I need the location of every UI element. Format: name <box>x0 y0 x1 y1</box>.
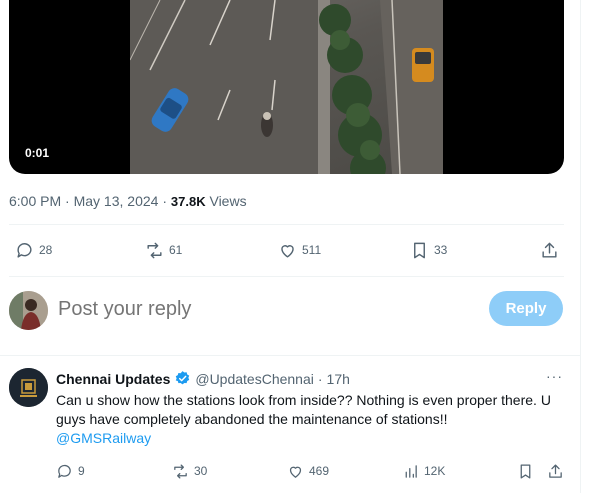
reply-submit-button[interactable]: Reply <box>489 291 563 326</box>
repost-icon <box>147 242 162 258</box>
share-button[interactable] <box>540 236 559 264</box>
like-count: 511 <box>302 243 322 257</box>
video-thumbnail <box>130 0 443 174</box>
reply-count: 28 <box>39 243 53 257</box>
repost-button[interactable]: 61 <box>145 236 182 264</box>
video-timestamp: 0:01 <box>25 146 50 160</box>
reply-reply-button[interactable]: 9 <box>56 460 85 482</box>
tweet-detail-column: 0:01 6:00 PM · May 13, 2024 · 37.8K View… <box>0 0 581 493</box>
views-count: 12K <box>424 464 446 478</box>
reply-action-bar: 9 30 469 12K <box>0 460 581 482</box>
bookmark-icon <box>520 463 531 479</box>
reply-time[interactable]: 17h <box>327 371 350 387</box>
post-meta: 6:00 PM · May 13, 2024 · 37.8K Views <box>9 193 247 209</box>
bookmark-button[interactable]: 33 <box>410 236 447 264</box>
views-label: Views <box>209 193 247 209</box>
reply-composer: Reply <box>9 288 564 332</box>
reply-icon <box>17 242 32 258</box>
more-icon[interactable]: ··· <box>546 368 563 384</box>
bookmark-icon <box>414 242 425 258</box>
mention-link[interactable]: @GMSRailway <box>56 430 151 446</box>
like-icon <box>281 244 294 258</box>
reply-views-button[interactable]: 12K <box>402 460 445 482</box>
share-icon <box>542 242 557 258</box>
reply-like-button[interactable]: 469 <box>287 460 329 482</box>
reply-input[interactable] <box>58 296 418 322</box>
reply-count: 9 <box>78 464 85 478</box>
divider <box>9 276 564 277</box>
divider <box>9 224 564 225</box>
share-icon <box>549 463 562 478</box>
reply-tweet[interactable]: Chennai Updates @UpdatesChennai · 17h ··… <box>0 356 581 493</box>
like-count: 469 <box>309 464 330 478</box>
reply-bookmark-button[interactable] <box>517 460 534 482</box>
video-player[interactable]: 0:01 <box>9 0 564 174</box>
reply-icon <box>58 464 71 478</box>
reply-repost-button[interactable]: 30 <box>172 460 207 482</box>
verified-badge-icon <box>176 371 190 385</box>
reply-header: Chennai Updates @UpdatesChennai · 17h <box>56 370 350 387</box>
views-count: 37.8K <box>170 194 206 209</box>
bookmark-count: 33 <box>434 243 448 257</box>
like-button[interactable]: 511 <box>278 236 321 264</box>
repost-count: 61 <box>169 243 183 257</box>
current-user-avatar[interactable] <box>9 291 48 330</box>
author-avatar[interactable] <box>9 368 48 407</box>
author-name[interactable]: Chennai Updates <box>56 371 170 387</box>
author-handle[interactable]: @UpdatesChennai <box>195 371 314 387</box>
views-icon <box>405 464 417 478</box>
reply-share-button[interactable] <box>547 460 564 482</box>
header-separator: · <box>317 370 323 387</box>
meta-separator: · <box>162 193 167 209</box>
like-icon <box>289 466 302 478</box>
post-time[interactable]: 6:00 PM <box>9 193 61 209</box>
post-action-bar: 28 61 511 33 <box>0 236 581 264</box>
post-date[interactable]: May 13, 2024 <box>74 193 159 209</box>
repost-count: 30 <box>194 464 208 478</box>
reply-text: Can u show how the stations look from in… <box>56 392 551 427</box>
meta-separator: · <box>65 193 70 209</box>
reply-button[interactable]: 28 <box>15 236 52 264</box>
repost-icon <box>174 463 187 479</box>
